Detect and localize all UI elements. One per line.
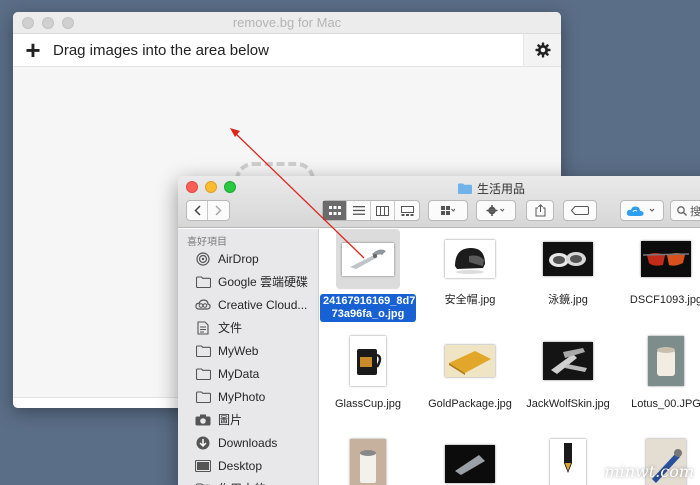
drag-arrow — [230, 128, 365, 259]
watermark: minwt.com — [604, 462, 694, 481]
